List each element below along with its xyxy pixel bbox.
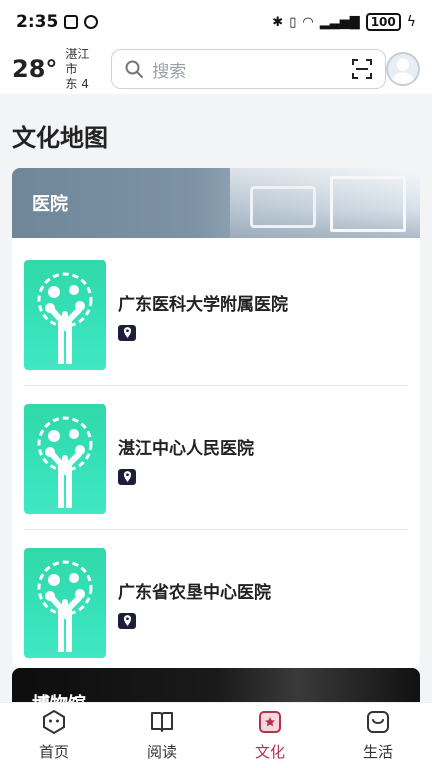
- nav-label: 阅读: [146, 743, 177, 761]
- section-label: 医院: [32, 194, 68, 215]
- bluetooth-icon: ✱: [272, 14, 284, 30]
- item-name: 湛江中心人民医院: [118, 438, 254, 459]
- page-title: 文化地图: [12, 124, 108, 152]
- list-item[interactable]: 广东医科大学附属医院: [24, 250, 408, 386]
- culture-icon: [259, 711, 281, 733]
- search-icon: [124, 59, 144, 79]
- item-name: 广东医科大学附属医院: [118, 294, 288, 315]
- location-pin-icon[interactable]: [118, 468, 136, 485]
- weather-location[interactable]: 湛江市 东 4: [65, 47, 101, 92]
- book-icon: [151, 712, 173, 732]
- alarm-icon: [84, 15, 99, 29]
- nav-label: 文化: [254, 743, 285, 761]
- nav-item-read[interactable]: 阅读: [108, 703, 216, 768]
- item-thumbnail: [24, 404, 106, 514]
- weather-temperature[interactable]: 28°: [12, 55, 57, 83]
- search-placeholder: 搜索: [152, 61, 187, 82]
- tree-icon: [37, 416, 93, 508]
- home-icon: [43, 709, 65, 735]
- wifi-icon: ◠: [302, 14, 314, 30]
- nfc-icon: [64, 15, 79, 29]
- weather-city: 湛江市: [65, 46, 90, 76]
- vibrate-icon: ▯: [289, 14, 297, 30]
- item-name: 广东省农垦中心医院: [118, 582, 271, 603]
- item-thumbnail: [24, 548, 106, 658]
- nav-label: 生活: [362, 743, 393, 761]
- battery-level: 100: [370, 15, 396, 29]
- item-thumbnail: [24, 260, 106, 370]
- scan-icon[interactable]: [351, 58, 373, 80]
- nav-label: 首页: [38, 743, 69, 761]
- status-time: 2:35: [16, 12, 59, 32]
- nav-item-life[interactable]: 生活: [324, 703, 432, 768]
- status-bar: 2:35 ✱ ▯ ◠ ▂▃▅▇ 100 ϟ: [0, 0, 432, 44]
- app-header: 28° 湛江市 东 4 搜索: [0, 44, 432, 94]
- section-banner[interactable]: 医院: [12, 168, 420, 238]
- battery-icon: 100: [365, 13, 401, 31]
- banner-image: [230, 168, 420, 238]
- charging-icon: ϟ: [406, 14, 416, 30]
- list-item[interactable]: 湛江中心人民医院: [24, 394, 408, 530]
- nav-item-culture[interactable]: 文化: [216, 703, 324, 768]
- avatar[interactable]: [386, 52, 420, 86]
- status-right: ✱ ▯ ◠ ▂▃▅▇ 100 ϟ: [272, 13, 416, 31]
- location-pin-icon[interactable]: [118, 612, 136, 629]
- status-left: 2:35: [16, 12, 99, 32]
- tree-icon: [37, 560, 93, 652]
- bottom-nav: 首页 阅读 文化 生活: [0, 702, 432, 768]
- tree-icon: [37, 272, 93, 364]
- search-input[interactable]: 搜索: [111, 49, 387, 89]
- location-pin-icon[interactable]: [118, 324, 136, 341]
- nav-item-home[interactable]: 首页: [0, 703, 108, 768]
- section-card-hospital: 医院 广东医科大学附属医院 湛江中心人民医院 广东省农垦中心医院: [12, 168, 420, 668]
- signal-icon: ▂▃▅▇: [319, 14, 360, 30]
- weather-wind: 东 4: [65, 76, 89, 91]
- user-avatar-icon: [391, 58, 415, 84]
- life-icon: [367, 711, 389, 733]
- list-item[interactable]: 广东省农垦中心医院: [24, 538, 408, 668]
